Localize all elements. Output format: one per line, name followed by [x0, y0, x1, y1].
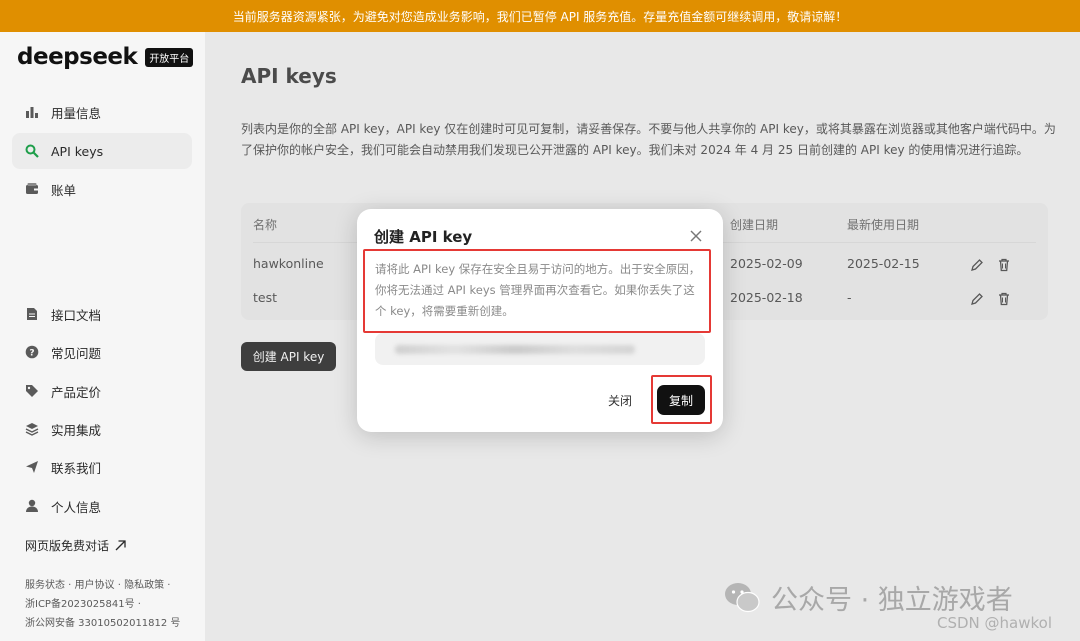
send-icon — [25, 460, 39, 474]
csdn-watermark: CSDN @hawkol — [937, 614, 1052, 632]
wallet-icon — [25, 182, 39, 196]
sidebar-item-pricing[interactable]: 产品定价 — [12, 373, 192, 409]
help-icon: ? — [25, 345, 39, 359]
sidebar-item-label: 产品定价 — [51, 384, 102, 400]
search-key-icon — [25, 144, 39, 158]
brand-logo[interactable]: deepseek 开放平台 — [17, 44, 194, 70]
sidebar-item-integrations[interactable]: 实用集成 — [12, 411, 192, 447]
platform-badge: 开放平台 — [145, 47, 194, 67]
wechat-watermark: 公众号 · 独立游戏者 — [723, 578, 1013, 617]
sidebar-item-label: 账单 — [51, 182, 77, 198]
watermark-text: 公众号 · 独立游戏者 — [771, 585, 1013, 616]
web-chat-link[interactable]: 网页版免费对话 — [25, 537, 126, 554]
tag-icon — [25, 384, 39, 398]
create-api-key-dialog: 创建 API key 请将此 API key 保存在安全且易于访问的地方。出于安… — [357, 209, 723, 432]
footer-icp[interactable]: 浙ICP备2023025841号 · — [25, 595, 141, 610]
sidebar-item-billing[interactable]: 账单 — [12, 171, 192, 207]
sidebar-item-label: 联系我们 — [51, 460, 102, 476]
sidebar-item-label: 常见问题 — [51, 345, 102, 361]
sidebar-item-label: API keys — [51, 143, 104, 159]
sidebar-item-label: 个人信息 — [51, 499, 102, 515]
sidebar-item-api-docs[interactable]: 接口文档 — [12, 296, 192, 332]
user-icon — [25, 499, 39, 513]
footer-links[interactable]: 服务状态 · 用户协议 · 隐私政策 · — [25, 576, 170, 591]
highlight-box-warning — [363, 249, 711, 333]
footer-gongan[interactable]: 浙公网安备 33010502011812 号 — [25, 614, 180, 629]
layers-icon — [25, 422, 39, 436]
bar-chart-icon — [25, 105, 39, 119]
brand-name: deepseek — [17, 44, 138, 70]
sidebar-item-api-keys[interactable]: API keys — [12, 133, 192, 169]
sidebar-item-label: 用量信息 — [51, 105, 102, 121]
sidebar-item-profile[interactable]: 个人信息 — [12, 488, 192, 524]
close-button[interactable]: 关闭 — [608, 392, 632, 409]
service-notice-banner: 当前服务器资源紧张，为避免对您造成业务影响，我们已暂停 API 服务充值。存量充… — [0, 0, 1080, 32]
highlight-box-copy — [651, 375, 712, 424]
sidebar-item-usage[interactable]: 用量信息 — [12, 94, 192, 130]
wechat-icon — [723, 581, 761, 615]
web-chat-label: 网页版免费对话 — [25, 539, 110, 553]
api-key-field[interactable] — [375, 333, 705, 365]
sidebar-item-faq[interactable]: ? 常见问题 — [12, 334, 192, 370]
blurred-api-key — [395, 345, 635, 354]
close-icon[interactable] — [688, 228, 704, 244]
svg-text:?: ? — [29, 348, 34, 358]
sidebar-item-contact[interactable]: 联系我们 — [12, 449, 192, 485]
external-link-icon — [115, 540, 126, 551]
sidebar-item-label: 接口文档 — [51, 307, 102, 323]
document-icon — [25, 307, 39, 321]
sidebar-item-label: 实用集成 — [51, 422, 102, 438]
dialog-title: 创建 API key — [374, 228, 473, 246]
banner-text: 当前服务器资源紧张，为避免对您造成业务影响，我们已暂停 API 服务充值。存量充… — [232, 9, 848, 24]
